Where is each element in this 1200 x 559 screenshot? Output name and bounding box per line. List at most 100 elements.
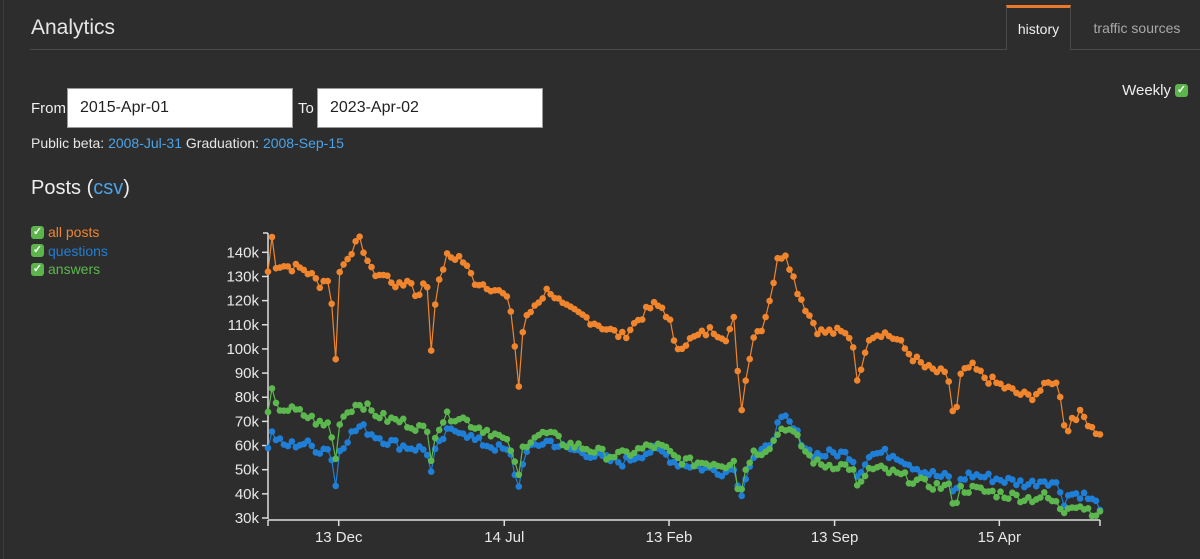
data-point (288, 438, 296, 445)
data-point (957, 482, 964, 490)
data-point (423, 428, 431, 436)
data-point (356, 233, 363, 240)
data-point (738, 485, 745, 493)
data-point (575, 440, 582, 447)
y-tick: 120k (226, 293, 268, 310)
data-point (1072, 416, 1080, 424)
data-point (810, 319, 817, 327)
data-point (762, 313, 769, 321)
data-point (945, 378, 952, 385)
data-point (758, 327, 765, 335)
y-tick-label: 140k (226, 244, 259, 261)
data-point (539, 295, 546, 302)
data-point (543, 285, 550, 293)
data-point (439, 419, 447, 426)
data-point (913, 353, 921, 361)
data-point (316, 284, 324, 292)
data-point (443, 408, 451, 416)
data-point (770, 279, 777, 287)
data-point (439, 435, 447, 443)
data-point (706, 324, 714, 331)
x-tick: 13 Dec (315, 520, 363, 546)
data-point (427, 468, 435, 476)
y-tick: 40k (235, 486, 268, 503)
data-point (670, 337, 678, 344)
y-tick: 50k (235, 462, 268, 479)
data-point (746, 459, 753, 467)
y-tick-label: 90k (235, 365, 260, 382)
data-point (722, 337, 730, 345)
data-point (1037, 494, 1044, 501)
data-point (1041, 489, 1048, 496)
data-point (420, 422, 427, 430)
x-tick-label: 14 Jul (484, 529, 524, 546)
data-point (674, 454, 682, 462)
data-point (766, 297, 773, 305)
data-point (463, 416, 471, 424)
data-point (798, 296, 805, 303)
data-point (686, 454, 694, 462)
data-point (400, 415, 407, 423)
data-point (1017, 477, 1024, 484)
data-point (1037, 387, 1044, 395)
data-point (857, 366, 865, 374)
y-tick-label: 70k (235, 413, 260, 430)
data-point (515, 471, 523, 479)
data-point (929, 486, 937, 493)
data-point (360, 249, 367, 256)
data-point (941, 368, 948, 376)
x-tick: 14 Jul (484, 520, 524, 546)
data-point (678, 461, 686, 468)
data-point (989, 487, 996, 495)
data-point (583, 314, 590, 321)
data-point (296, 406, 304, 413)
data-point (264, 268, 272, 276)
data-point (933, 479, 941, 487)
data-point (905, 350, 913, 358)
data-point (1052, 479, 1060, 486)
data-point (276, 435, 284, 442)
y-tick: 70k (235, 413, 268, 430)
data-point (845, 334, 853, 342)
data-point (328, 434, 336, 441)
data-point (770, 437, 777, 445)
data-point (1096, 431, 1104, 438)
data-point (467, 269, 475, 277)
data-point (774, 431, 781, 439)
data-point (272, 399, 280, 407)
data-point (1029, 477, 1036, 485)
data-point (746, 355, 753, 363)
data-point (619, 328, 626, 336)
data-point (380, 409, 387, 417)
data-point (344, 439, 351, 446)
data-point (702, 331, 710, 339)
data-point (830, 330, 837, 337)
data-point (953, 403, 960, 411)
y-tick-label: 60k (235, 438, 260, 455)
data-point (416, 291, 423, 299)
data-point (738, 492, 745, 500)
data-point (423, 283, 431, 291)
posts-chart: 30k 40k 50k 60k 70k 80k 90k 100k 110k 120k 130k 140… (226, 232, 1104, 546)
data-point (599, 445, 606, 453)
data-point (1013, 491, 1020, 499)
data-point (324, 277, 332, 285)
data-point (340, 445, 347, 452)
data-point (503, 435, 511, 443)
data-point (682, 342, 690, 349)
data-point (336, 421, 344, 428)
x-tick: 15 Apr (978, 520, 1021, 546)
series-answers (264, 385, 1104, 520)
data-point (555, 432, 562, 440)
data-point (1060, 422, 1068, 429)
data-point (627, 326, 634, 334)
data-point (348, 250, 355, 258)
data-point (841, 448, 849, 456)
data-point (849, 344, 857, 351)
data-point (782, 252, 789, 259)
data-point (1088, 423, 1096, 431)
data-point (901, 469, 909, 476)
data-point (806, 451, 813, 459)
data-point (324, 446, 332, 453)
data-point (774, 419, 781, 426)
